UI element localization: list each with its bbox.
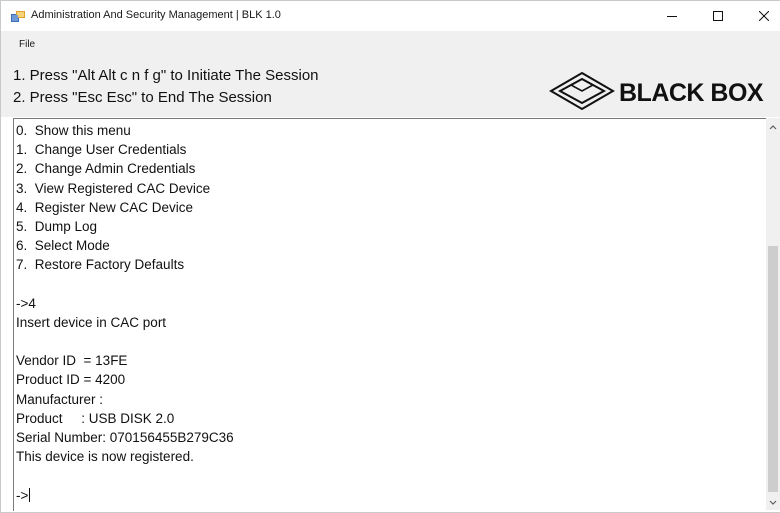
- close-button[interactable]: [741, 1, 780, 31]
- console-line: ->4: [16, 295, 36, 311]
- console-line: 3. View Registered CAC Device: [16, 180, 211, 196]
- close-icon: [759, 11, 769, 21]
- title-bar[interactable]: Administration And Security Management |…: [1, 1, 780, 31]
- console-line: Insert device in CAC port: [16, 314, 167, 330]
- console-lines: 0. Show this menu 1. Change User Credenti…: [16, 121, 234, 505]
- instruction-end: 2. Press "Esc Esc" to End The Session: [13, 89, 272, 106]
- maximize-icon: [713, 11, 723, 21]
- console-line: Manufacturer :: [16, 391, 104, 407]
- console-line: ->: [16, 487, 31, 503]
- minimize-icon: [667, 16, 677, 17]
- console-output[interactable]: 0. Show this menu 1. Change User Credenti…: [13, 118, 767, 511]
- session-header: File 1. Press "Alt Alt c n f g" to Initi…: [1, 31, 780, 117]
- console-line: Vendor ID = 13FE: [16, 353, 128, 369]
- black-box-logo: BLACK BOX: [547, 71, 772, 113]
- console-line: 7. Restore Factory Defaults: [16, 257, 185, 273]
- instruction-initiate: 1. Press "Alt Alt c n f g" to Initiate T…: [13, 67, 319, 84]
- diamond-logo-icon: [549, 71, 615, 111]
- maximize-button[interactable]: [695, 1, 741, 31]
- minimize-button[interactable]: [649, 1, 695, 31]
- console-line: 6. Select Mode: [16, 238, 110, 254]
- text-cursor: [29, 487, 31, 502]
- console-line: Product : USB DISK 2.0: [16, 410, 175, 426]
- app-icon: [11, 10, 25, 22]
- scroll-up-button[interactable]: [766, 120, 780, 134]
- console-line: Product ID = 4200: [16, 372, 126, 388]
- brand-name: BLACK BOX: [619, 79, 764, 107]
- console-line: 2. Change Admin Credentials: [16, 161, 196, 177]
- console-line: 5. Dump Log: [16, 218, 98, 234]
- app-window: Administration And Security Management |…: [0, 0, 780, 513]
- console-line: Serial Number: 070156455B279C36: [16, 430, 234, 445]
- console-line: 0. Show this menu: [16, 123, 131, 138]
- window-title: Administration And Security Management |…: [31, 9, 281, 21]
- menu-file[interactable]: File: [19, 39, 35, 50]
- chevron-down-icon: [769, 500, 777, 505]
- console-line: This device is now registered.: [16, 449, 194, 465]
- scroll-thumb[interactable]: [768, 246, 778, 492]
- vertical-scrollbar[interactable]: [766, 118, 780, 510]
- console-line: 1. Change User Credentials: [16, 142, 187, 158]
- chevron-up-icon: [769, 125, 777, 130]
- console-line: 4. Register New CAC Device: [16, 199, 194, 215]
- scroll-down-button[interactable]: [766, 496, 780, 510]
